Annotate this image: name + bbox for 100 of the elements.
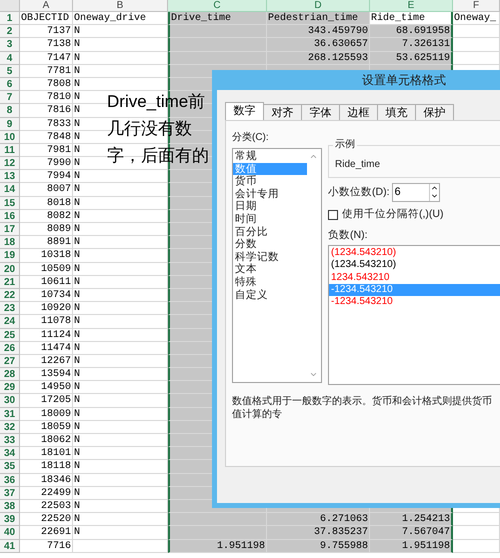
row-number[interactable]: 3 <box>0 38 20 52</box>
category-item[interactable]: 会计专用 <box>233 188 307 200</box>
dialog-tab[interactable]: 对齐 <box>263 104 302 120</box>
table-cell: 7781 <box>20 64 73 78</box>
category-item[interactable]: 常规 <box>233 150 307 163</box>
column-header[interactable]: A <box>20 0 73 12</box>
category-item[interactable]: 百分比 <box>233 226 307 238</box>
dialog-tab[interactable]: 边框 <box>339 104 378 120</box>
row-number[interactable]: 6 <box>0 78 20 92</box>
row-number[interactable]: 40 <box>0 526 20 540</box>
row-number[interactable]: 4 <box>0 52 20 65</box>
row-number[interactable]: 26 <box>0 342 20 355</box>
table-cell: N <box>73 249 168 263</box>
row-number[interactable]: 23 <box>0 302 20 316</box>
negative-format-list[interactable]: (1234.543210) (1234.543210) 1234.543210 -1234.543210 -1234.543210 <box>328 244 500 385</box>
row-number[interactable]: 38 <box>0 500 20 514</box>
row-number[interactable]: 39 <box>0 513 20 526</box>
decimal-places-spinner[interactable]: 6 <box>392 183 440 202</box>
table-cell: N <box>73 276 168 289</box>
category-item[interactable]: 科学记数 <box>233 250 307 264</box>
dialog-tab[interactable]: 字体 <box>301 104 340 120</box>
row-number[interactable]: 8 <box>0 104 20 118</box>
table-cell: N <box>73 526 168 540</box>
table-cell: 11078 <box>20 315 73 328</box>
row-number[interactable]: 22 <box>0 288 20 302</box>
category-item[interactable]: 数值 <box>233 162 307 176</box>
category-item[interactable]: 自定义 <box>233 288 307 302</box>
row-number[interactable]: 25 <box>0 328 20 342</box>
column-header[interactable]: C <box>168 0 267 12</box>
spin-down-icon[interactable] <box>430 192 438 200</box>
negative-format-item[interactable]: -1234.543210 <box>329 284 500 296</box>
row-number[interactable]: 16 <box>0 210 20 223</box>
row-number[interactable]: 36 <box>0 474 20 487</box>
row-number[interactable]: 34 <box>0 447 20 460</box>
table-cell: Oneway_ <box>453 12 500 26</box>
negative-format-item[interactable]: -1234.543210 <box>329 296 500 309</box>
row-number[interactable]: 24 <box>0 315 20 328</box>
column-header[interactable]: D <box>267 0 370 12</box>
row-number[interactable]: 14 <box>0 183 20 197</box>
row-number[interactable]: 7 <box>0 91 20 104</box>
row-number[interactable]: 11 <box>0 144 20 158</box>
row-number[interactable]: 21 <box>0 276 20 289</box>
table-cell: N <box>73 196 168 210</box>
row-number[interactable]: 13 <box>0 170 20 184</box>
row-number[interactable]: 10 <box>0 130 20 144</box>
scroll-down-icon[interactable] <box>309 370 318 379</box>
column-header[interactable]: E <box>370 0 453 12</box>
row-number[interactable]: 15 <box>0 196 20 210</box>
table-cell: 10920 <box>20 302 73 316</box>
row-number[interactable]: 9 <box>0 118 20 131</box>
table-cell: 7808 <box>20 78 73 92</box>
table-cell <box>453 513 500 526</box>
category-item[interactable]: 文本 <box>233 263 307 276</box>
category-item[interactable]: 货币 <box>233 175 307 188</box>
row-number[interactable]: 17 <box>0 223 20 236</box>
table-cell: 11474 <box>20 342 73 355</box>
category-list[interactable]: 常规 数值 货币 会计专用 日期 时间 百分比 分数 科学记数 文本 特殊 自定义 <box>232 148 322 383</box>
table-cell: 8089 <box>20 223 73 236</box>
negative-format-item[interactable]: (1234.543210) <box>329 246 500 260</box>
row-number[interactable]: 2 <box>0 25 20 38</box>
dialog-tab[interactable]: 填充 <box>377 104 416 120</box>
row-number[interactable]: 28 <box>0 368 20 382</box>
category-item[interactable]: 特殊 <box>233 276 307 289</box>
row-number[interactable]: 12 <box>0 157 20 170</box>
row-number[interactable]: 1 <box>0 12 20 26</box>
dialog-tab[interactable]: 数字 <box>225 102 264 120</box>
row-number[interactable]: 35 <box>0 460 20 474</box>
category-item[interactable]: 日期 <box>233 200 307 213</box>
row-number[interactable]: 18 <box>0 236 20 250</box>
table-cell: N <box>73 64 168 78</box>
row-number[interactable]: 33 <box>0 434 20 448</box>
sample-value: Ride_time <box>335 159 380 171</box>
table-cell <box>453 25 500 38</box>
row-number[interactable]: 31 <box>0 408 20 421</box>
table-cell: 18059 <box>20 420 73 434</box>
row-number[interactable]: 32 <box>0 420 20 434</box>
column-header[interactable]: B <box>73 0 168 12</box>
row-number[interactable]: 20 <box>0 262 20 276</box>
row-number[interactable]: 29 <box>0 381 20 394</box>
column-header[interactable]: F <box>453 0 500 12</box>
table-cell: Pedestrian_time <box>267 12 370 26</box>
row-number[interactable]: 41 <box>0 540 20 553</box>
category-item[interactable]: 分数 <box>233 238 307 251</box>
thousands-separator-checkbox[interactable] <box>328 210 338 220</box>
table-cell: Oneway_drive <box>73 12 168 26</box>
table-cell: 10734 <box>20 288 73 302</box>
negative-format-item[interactable]: 1234.543210 <box>329 272 500 284</box>
table-cell <box>453 38 500 52</box>
row-number[interactable]: 5 <box>0 64 20 78</box>
table-cell: 7990 <box>20 157 73 170</box>
row-number[interactable]: 30 <box>0 394 20 408</box>
category-item[interactable]: 时间 <box>233 212 307 226</box>
spin-up-icon[interactable] <box>430 184 438 192</box>
dialog-tab[interactable]: 保护 <box>415 104 454 120</box>
scroll-up-icon[interactable] <box>309 152 318 161</box>
row-number[interactable]: 19 <box>0 249 20 263</box>
row-number[interactable]: 27 <box>0 354 20 368</box>
table-cell: N <box>73 513 168 526</box>
row-number[interactable]: 37 <box>0 486 20 500</box>
negative-format-item[interactable]: (1234.543210) <box>329 259 500 272</box>
